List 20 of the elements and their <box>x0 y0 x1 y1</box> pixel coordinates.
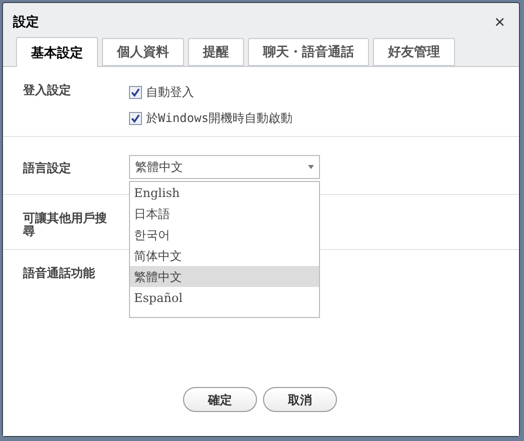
checkbox-label: 於Windows開機時自動啟動 <box>146 110 293 127</box>
language-dropdown[interactable]: 繁體中文 <box>129 155 320 179</box>
close-button[interactable]: × <box>490 13 509 31</box>
setting-label: 語言設定 <box>23 160 72 177</box>
checkbox[interactable] <box>129 112 142 124</box>
setting-label: 登入設定 <box>23 82 72 99</box>
window-title: 設定 <box>13 13 39 32</box>
dialog-button[interactable]: 取消 <box>263 387 337 412</box>
setting-label: 可讓其他用戶搜尋 <box>23 210 108 240</box>
tab[interactable]: 好友管理 <box>373 38 455 66</box>
tab[interactable]: 聊天・語音通話 <box>248 38 369 66</box>
tab[interactable]: 個人資料 <box>102 38 184 66</box>
tab[interactable]: 提醒 <box>188 38 244 66</box>
setting-label: 語音通話功能 <box>23 265 96 282</box>
dialog-button[interactable]: 確定 <box>183 387 257 412</box>
dropdown-option[interactable]: 繁體中文 <box>130 266 319 287</box>
tab[interactable]: 基本設定 <box>16 37 98 67</box>
caret-icon <box>308 165 314 169</box>
checkbox[interactable] <box>129 86 142 98</box>
checkbox-label: 自動登入 <box>146 84 194 101</box>
